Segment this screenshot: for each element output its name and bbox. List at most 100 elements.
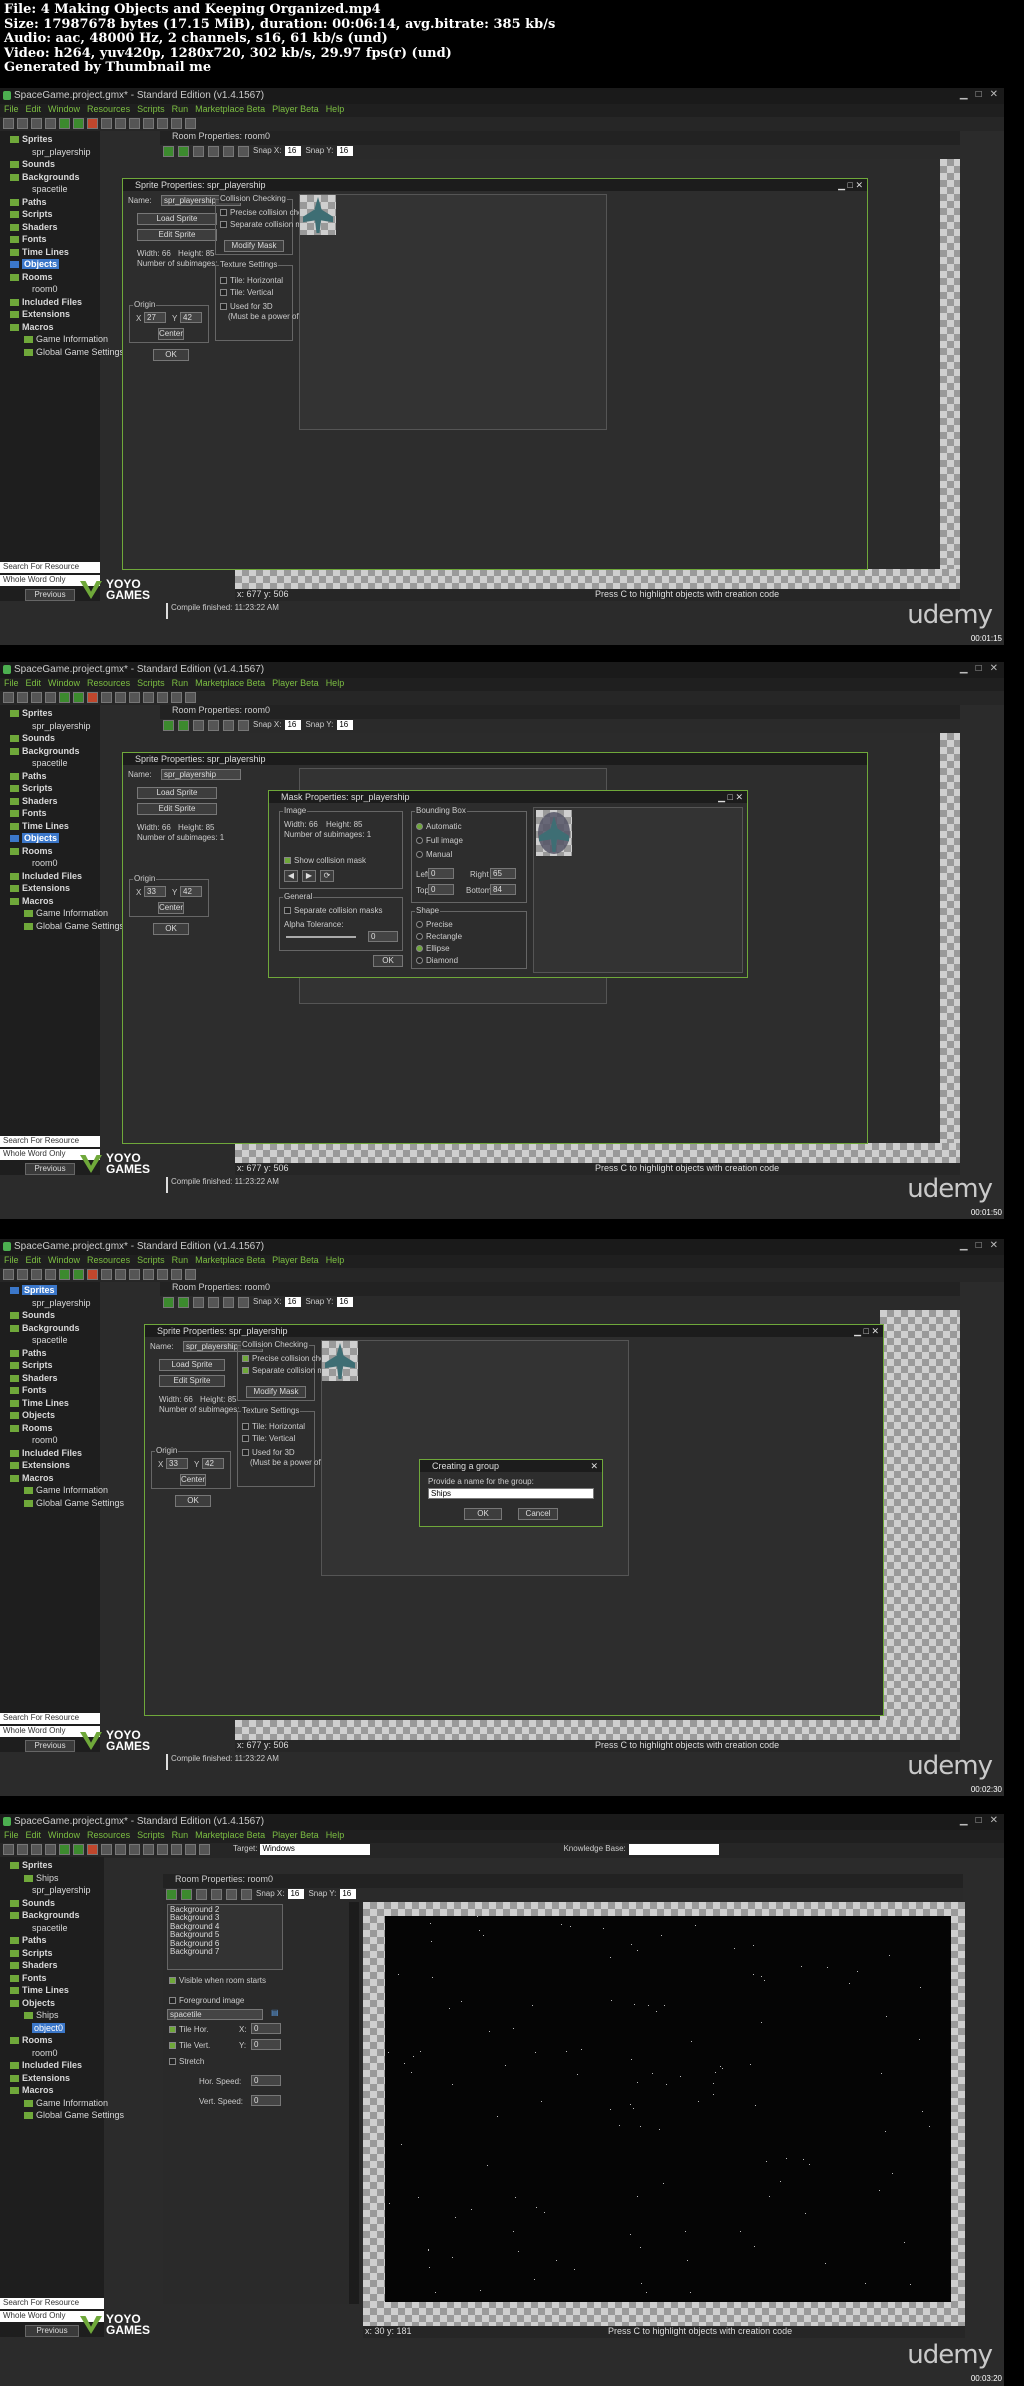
origin-y-input[interactable]: 42 — [202, 1458, 224, 1469]
menu-item[interactable]: File — [4, 1830, 19, 1843]
prev-icon[interactable]: ◀ — [284, 870, 298, 882]
center-button[interactable]: Center — [158, 902, 184, 914]
tree-item[interactable]: Macros — [2, 321, 100, 334]
menu-item[interactable]: Player Beta — [272, 104, 319, 117]
tree-item[interactable]: Game Information — [2, 333, 108, 346]
menu-item[interactable]: Help — [326, 1830, 345, 1843]
menu-item[interactable]: File — [4, 1255, 19, 1268]
tree-item[interactable]: Extensions — [2, 308, 100, 321]
tree-item[interactable]: Game Information — [2, 2097, 108, 2110]
menu-item[interactable]: Help — [326, 1255, 345, 1268]
menu-item[interactable]: Edit — [26, 678, 42, 691]
tree-item[interactable]: Sounds — [2, 1309, 100, 1322]
room-canvas-bottom[interactable] — [235, 1143, 960, 1163]
menu-item[interactable]: Resources — [87, 1255, 130, 1268]
tree-item[interactable]: spacetile — [2, 1334, 100, 1347]
center-button[interactable]: Center — [158, 328, 184, 340]
tree-item[interactable]: object0 — [2, 2022, 104, 2035]
tree-item[interactable]: Objects — [2, 1997, 104, 2010]
next-icon[interactable]: ▶ — [302, 870, 316, 882]
menu-item[interactable]: Scripts — [137, 104, 165, 117]
tree-item[interactable]: Extensions — [2, 2072, 104, 2085]
background-select[interactable]: spacetile — [167, 2009, 263, 2020]
room-canvas[interactable] — [880, 1310, 960, 1720]
group-cancel-button[interactable]: Cancel — [518, 1508, 558, 1520]
tree-item[interactable]: Sprites — [2, 707, 100, 720]
origin-x-input[interactable]: 33 — [166, 1458, 188, 1469]
close-button[interactable]: ✕ — [990, 89, 998, 100]
toolbar-button[interactable] — [115, 118, 126, 129]
minimize-button[interactable]: ▁ — [960, 89, 968, 100]
search-input[interactable]: Search For Resource — [0, 1713, 100, 1724]
tree-item[interactable]: Sprites — [2, 1284, 100, 1297]
tree-item[interactable]: Fonts — [2, 1384, 100, 1397]
snap-x-input[interactable]: 16 — [285, 1297, 302, 1307]
toolbar-button[interactable] — [101, 1269, 112, 1280]
tree-item[interactable]: Fonts — [2, 807, 100, 820]
vert-speed-input[interactable]: 0 — [251, 2095, 281, 2106]
hor-speed-input[interactable]: 0 — [251, 2075, 281, 2086]
toolbar-button[interactable] — [31, 1269, 42, 1280]
toolbar-button[interactable] — [3, 118, 14, 129]
toolbar-button[interactable] — [101, 692, 112, 703]
tree-item[interactable]: Time Lines — [2, 820, 100, 833]
toolbar-button[interactable] — [171, 118, 182, 129]
menu-item[interactable]: Scripts — [137, 678, 165, 691]
tree-item[interactable]: Global Game Settings — [2, 1497, 124, 1510]
room-canvas-bottom[interactable] — [235, 569, 960, 589]
left-input[interactable]: 0 — [428, 868, 454, 879]
menu-item[interactable]: Window — [48, 104, 80, 117]
room-canvas-bottom[interactable] — [235, 1720, 960, 1740]
tree-item[interactable]: Backgrounds — [2, 171, 100, 184]
menu-item[interactable]: Marketplace Beta — [195, 104, 265, 117]
tree-item[interactable]: Objects — [2, 1409, 100, 1422]
tree-item[interactable]: Global Game Settings — [2, 920, 124, 933]
tree-item[interactable]: Time Lines — [2, 1397, 100, 1410]
tree-item[interactable]: Backgrounds — [2, 1322, 100, 1335]
toolbar-button[interactable] — [59, 118, 70, 129]
bg-y-input[interactable]: 0 — [251, 2039, 281, 2050]
menu-item[interactable]: Marketplace Beta — [195, 678, 265, 691]
ok-button[interactable]: OK — [153, 923, 189, 935]
background-menu-icon[interactable]: ▤ — [271, 2008, 279, 2017]
tree-item[interactable]: Shaders — [2, 1959, 104, 1972]
tree-item[interactable]: Shaders — [2, 221, 100, 234]
room-canvas[interactable] — [940, 733, 960, 1143]
menu-item[interactable]: Window — [48, 1830, 80, 1843]
menu-item[interactable]: Edit — [26, 1255, 42, 1268]
tree-item[interactable]: Scripts — [2, 208, 100, 221]
tree-item[interactable]: Objects — [2, 832, 100, 845]
edit-sprite-button[interactable]: Edit Sprite — [159, 1375, 225, 1387]
search-input[interactable]: Search For Resource — [0, 562, 100, 573]
load-sprite-button[interactable]: Load Sprite — [159, 1359, 225, 1371]
tree-item[interactable]: Sprites — [2, 1859, 104, 1872]
search-input[interactable]: Search For Resource — [0, 1136, 100, 1147]
room-canvas[interactable] — [363, 1902, 965, 2327]
menu-item[interactable]: Window — [48, 1255, 80, 1268]
menu-item[interactable]: File — [4, 678, 19, 691]
toolbar-button[interactable] — [45, 118, 56, 129]
menu-item[interactable]: Window — [48, 678, 80, 691]
modify-mask-button[interactable]: Modify Mask — [246, 1386, 306, 1398]
menu-item[interactable]: Run — [172, 104, 189, 117]
tree-item[interactable]: Paths — [2, 1934, 104, 1947]
origin-x-input[interactable]: 27 — [144, 312, 166, 323]
close-icon[interactable]: ✕ — [590, 1460, 598, 1472]
toolbar-button[interactable] — [45, 1269, 56, 1280]
toolbar-button[interactable] — [129, 692, 140, 703]
previous-button[interactable]: Previous — [25, 1163, 75, 1175]
tree-item[interactable]: Included Files — [2, 2059, 104, 2072]
snap-y-input[interactable]: 16 — [337, 1297, 354, 1307]
menu-item[interactable]: Resources — [87, 104, 130, 117]
search-input[interactable]: Search For Resource — [0, 2298, 104, 2309]
menu-item[interactable]: Run — [172, 1830, 189, 1843]
menu-item[interactable]: Help — [326, 678, 345, 691]
menu-item[interactable]: Scripts — [137, 1830, 165, 1843]
menu-item[interactable]: Player Beta — [272, 678, 319, 691]
ok-button[interactable]: OK — [175, 1495, 211, 1507]
tree-item[interactable]: Fonts — [2, 1972, 104, 1985]
alpha-input[interactable]: 0 — [368, 931, 398, 942]
menu-item[interactable]: Player Beta — [272, 1830, 319, 1843]
toolbar-button[interactable] — [45, 692, 56, 703]
tree-item[interactable]: Paths — [2, 1347, 100, 1360]
